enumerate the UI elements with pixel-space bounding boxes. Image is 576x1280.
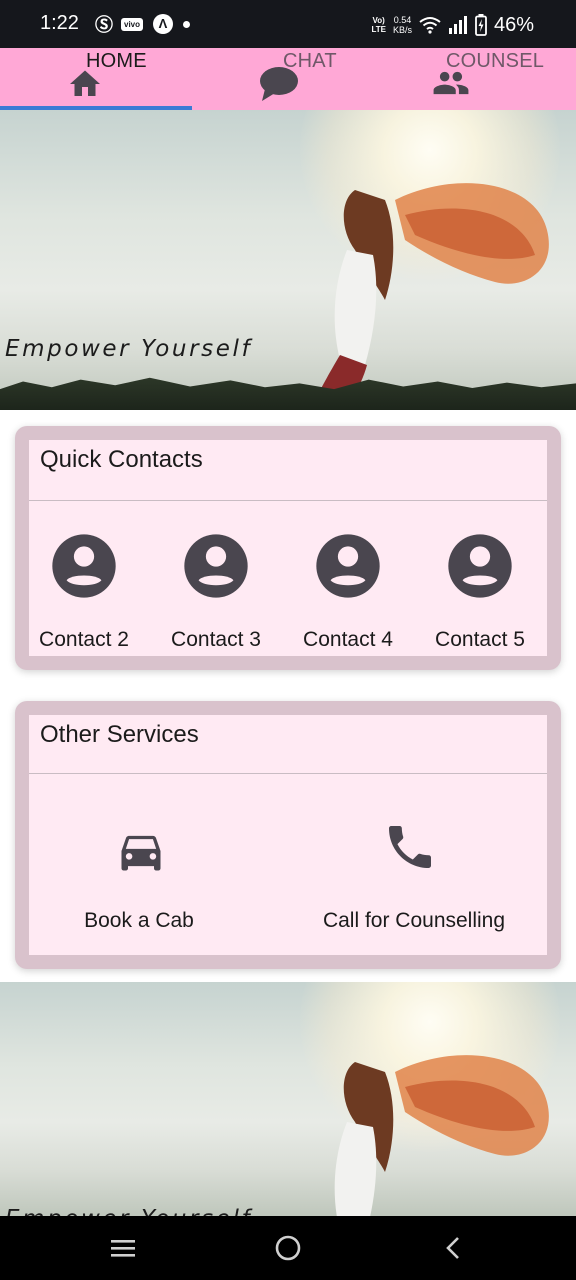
top-tab-bar: HOME CHAT COUNSEL xyxy=(0,48,576,110)
a-icon: Λ xyxy=(153,14,174,34)
hero-caption-second: Empower Yourself xyxy=(5,1206,252,1216)
battery-percent: 46% xyxy=(493,13,534,36)
back-icon[interactable] xyxy=(436,1230,472,1266)
status-indicators: Vo) LTE 0.54 KB/s 46% xyxy=(371,12,534,38)
tab-chat[interactable]: CHAT xyxy=(192,48,384,110)
signal-icon xyxy=(448,16,467,34)
wifi-icon xyxy=(419,17,441,34)
quick-contacts-card: Quick Contacts Contact 2 Contact 3 Conta… xyxy=(15,426,561,670)
home-circle-icon[interactable] xyxy=(270,1230,306,1266)
status-bar: 1:22 Ⓢ vivo Λ Vo) LTE 0.54 KB/s 46% xyxy=(0,0,576,48)
volte-indicator: Vo) LTE xyxy=(371,16,386,34)
quick-contacts-divider xyxy=(29,500,547,501)
chat-bubble-icon xyxy=(260,67,298,101)
contact-label: Contact 3 xyxy=(171,628,261,651)
other-services-divider xyxy=(29,773,547,774)
car-icon xyxy=(121,835,161,871)
contact-label: Contact 2 xyxy=(39,628,129,651)
woman-with-scarf-image xyxy=(310,183,549,410)
quick-contacts-panel: Quick Contacts Contact 2 Contact 3 Conta… xyxy=(29,440,547,656)
woman-with-scarf-image xyxy=(334,1055,549,1216)
hero-banner: Empower Yourself xyxy=(0,110,576,410)
account-circle-icon xyxy=(184,534,248,598)
book-cab-service[interactable]: Book a Cab xyxy=(9,825,269,945)
notification-dot xyxy=(183,20,191,28)
system-navigation-bar xyxy=(0,1216,576,1280)
tab-counsel[interactable]: COUNSEL xyxy=(384,48,576,110)
other-services-title: Other Services xyxy=(40,721,199,748)
tab-home[interactable]: HOME xyxy=(0,48,192,110)
account-circle-icon xyxy=(316,534,380,598)
hero-caption: Empower Yourself xyxy=(5,336,253,362)
service-label: Call for Counselling xyxy=(322,909,506,932)
call-counselling-service[interactable]: Call for Counselling xyxy=(284,825,544,945)
people-icon xyxy=(433,71,469,95)
status-time: 1:22 xyxy=(40,12,79,34)
service-label: Book a Cab xyxy=(84,909,194,932)
menu-icon[interactable] xyxy=(105,1230,141,1266)
vivo-icon: vivo xyxy=(121,17,144,31)
account-circle-icon xyxy=(52,534,116,598)
net-speed: 0.54 KB/s xyxy=(392,15,412,35)
other-services-panel: Other Services Book a Cab Call for Couns… xyxy=(29,715,547,955)
contact-label: Contact 4 xyxy=(303,628,393,651)
hero-banner-second: Empower Yourself xyxy=(0,982,576,1216)
battery-icon xyxy=(475,14,487,36)
contact-label: Contact 5 xyxy=(435,628,525,651)
other-services-card: Other Services Book a Cab Call for Couns… xyxy=(15,701,561,969)
quick-contacts-title: Quick Contacts xyxy=(40,446,203,473)
home-icon xyxy=(70,70,100,96)
account-circle-icon xyxy=(448,534,512,598)
phone-icon xyxy=(389,826,431,868)
s-icon: Ⓢ xyxy=(95,15,113,35)
status-notification-icons: Ⓢ vivo Λ xyxy=(95,13,191,35)
